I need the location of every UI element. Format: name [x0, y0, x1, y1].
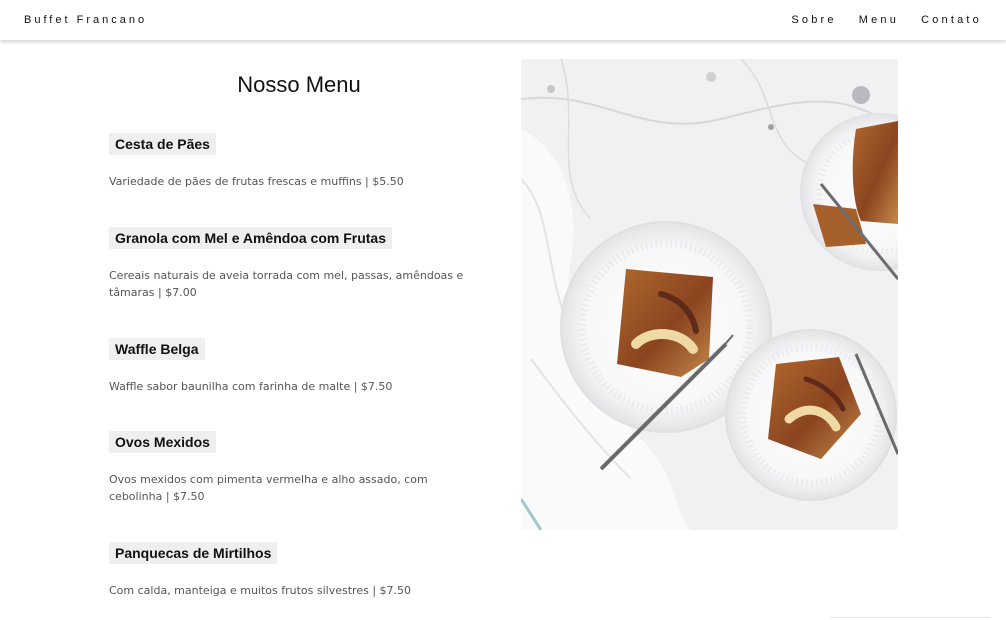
menu-item-description: Cereais naturais de aveia torrada com me…	[109, 269, 464, 299]
nav-link-contato[interactable]: Contato	[921, 14, 982, 26]
menu-item: Granola com Mel e Amêndoa com Frutas Cer…	[109, 227, 489, 301]
menu-item: Cesta de Pães Variedade de pães de fruta…	[109, 133, 489, 190]
menu-item-description: Com calda, manteiga e muitos frutos silv…	[109, 584, 412, 597]
nav-links: Sobre Menu Contato	[769, 14, 982, 26]
menu-item: Waffle Belga Waffle sabor baunilha com f…	[109, 338, 489, 395]
menu-section: Nosso Menu Cesta de Pães Variedade de pã…	[109, 60, 489, 597]
menu-item-name: Panquecas de Mirtilhos	[109, 542, 278, 564]
top-navbar: Buffet Francano Sobre Menu Contato	[0, 0, 1006, 40]
menu-item-name: Granola com Mel e Amêndoa com Frutas	[109, 227, 392, 249]
tart-on-plates-image	[521, 59, 898, 530]
nav-link-sobre[interactable]: Sobre	[791, 14, 836, 26]
menu-item-description: Waffle sabor baunilha com farinha de mal…	[109, 380, 393, 393]
menu-item-name: Cesta de Pães	[109, 133, 216, 155]
nav-link-menu[interactable]: Menu	[859, 14, 899, 26]
tart-on-plates-photo	[521, 59, 898, 530]
menu-item-name: Ovos Mexidos	[109, 431, 216, 453]
menu-item: Panquecas de Mirtilhos Com calda, mantei…	[109, 542, 489, 599]
brand-logo-link[interactable]: Buffet Francano	[24, 14, 147, 26]
menu-item-description: Ovos mexidos com pimenta vermelha e alho…	[109, 473, 428, 503]
menu-item-description: Variedade de pães de frutas frescas e mu…	[109, 175, 404, 188]
menu-item-name: Waffle Belga	[109, 338, 205, 360]
menu-item: Ovos Mexidos Ovos mexidos com pimenta ve…	[109, 431, 489, 505]
menu-title: Nosso Menu	[237, 72, 361, 97]
